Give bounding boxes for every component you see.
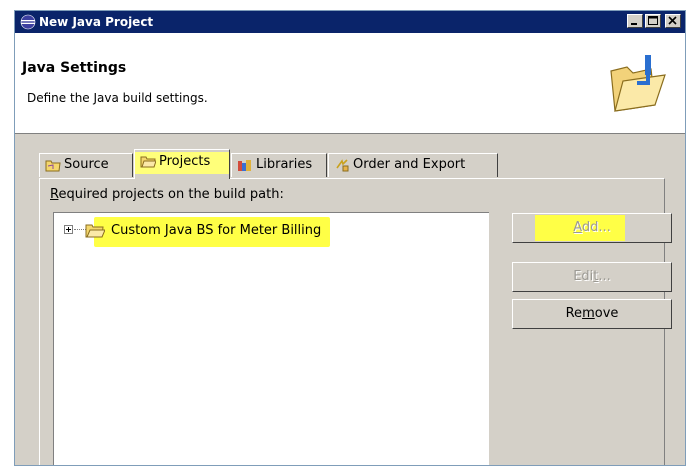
close-icon: [668, 16, 677, 25]
edit-label-post: ...: [598, 269, 611, 284]
tab-source[interactable]: Source: [39, 153, 133, 177]
add-label: dd...: [581, 220, 611, 235]
edit-button[interactable]: Edit...: [512, 262, 672, 292]
label-text: equired projects on the build path:: [58, 187, 284, 202]
expand-icon[interactable]: [64, 225, 73, 234]
wizard-banner: Java Settings Define the Java build sett…: [15, 33, 685, 134]
remove-accelerator: m: [582, 306, 595, 321]
page-title: Java Settings: [22, 60, 127, 76]
project-folder-icon: [140, 156, 156, 168]
required-projects-tree[interactable]: Custom Java BS for Meter Billing: [53, 212, 489, 465]
new-java-project-window: New Java Project Java Settings Define th…: [14, 10, 686, 466]
order-export-icon: [336, 159, 349, 172]
tab-libraries-label: Libraries: [256, 157, 313, 172]
maximize-icon: [648, 16, 658, 25]
project-name: Custom Java BS for Meter Billing: [111, 223, 322, 238]
maximize-button[interactable]: [645, 14, 661, 28]
tab-projects-label: Projects: [159, 154, 211, 169]
tab-order-and-export-label: Order and Export: [353, 157, 466, 172]
page-description: Define the Java build settings.: [27, 91, 208, 105]
window-title: New Java Project: [39, 15, 154, 29]
title-bar[interactable]: New Java Project: [15, 11, 685, 33]
remove-label-pre: Re: [565, 306, 583, 321]
libraries-icon: [238, 160, 251, 171]
add-accelerator: A: [573, 220, 582, 235]
eclipse-icon: [20, 14, 36, 30]
projects-tab-panel: Required projects on the build path: Cus…: [39, 178, 672, 465]
required-projects-label: Required projects on the build path:: [50, 187, 284, 202]
tab-libraries[interactable]: Libraries: [231, 153, 327, 177]
remove-label-post: ove: [594, 306, 619, 321]
add-button[interactable]: Add...: [512, 213, 672, 243]
source-folder-icon: [45, 160, 61, 172]
minimize-button[interactable]: [627, 14, 643, 28]
folder-wizard-icon: [610, 55, 666, 112]
edit-label-pre: Edi: [573, 269, 594, 284]
tab-order-and-export[interactable]: Order and Export: [328, 153, 498, 177]
tab-projects[interactable]: Projects: [134, 149, 230, 179]
tab-source-label: Source: [64, 157, 109, 172]
remove-button[interactable]: Remove: [512, 299, 672, 329]
project-folder-icon: [85, 224, 105, 238]
close-button[interactable]: [665, 14, 681, 28]
minimize-icon: [631, 23, 637, 25]
